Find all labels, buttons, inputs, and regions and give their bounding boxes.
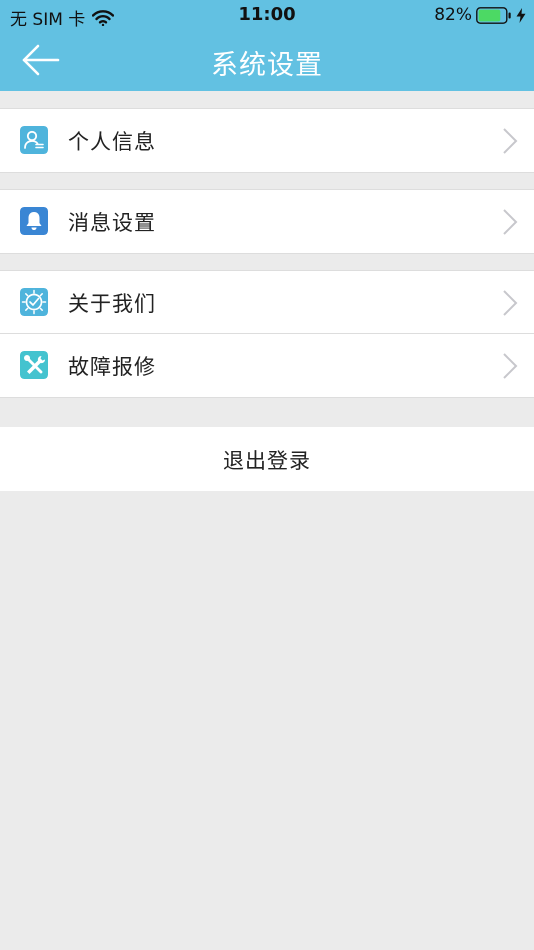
row-label: 关于我们	[68, 292, 156, 316]
logout-button[interactable]: 退出登录	[0, 427, 534, 491]
row-label: 个人信息	[68, 130, 156, 154]
row-fault-repair[interactable]: 故障报修	[0, 334, 534, 397]
logout-label: 退出登录	[223, 449, 311, 473]
battery-icon	[476, 6, 511, 24]
nav-bar: 系统设置	[0, 30, 534, 91]
chevron-right-icon	[503, 128, 518, 154]
battery-fill	[478, 9, 501, 21]
header: 无 SIM 卡 11:00 82% 系统设置	[0, 0, 534, 91]
status-bar: 无 SIM 卡 11:00 82%	[0, 0, 534, 30]
row-label: 消息设置	[68, 211, 156, 235]
charging-bolt-icon	[516, 7, 526, 23]
about-icon	[20, 288, 48, 316]
row-personal-info[interactable]: 个人信息	[0, 109, 534, 172]
status-right: 82%	[434, 5, 526, 25]
bell-icon	[20, 207, 48, 235]
row-message-settings[interactable]: 消息设置	[0, 190, 534, 253]
page-title: 系统设置	[211, 50, 323, 81]
row-label: 故障报修	[68, 355, 156, 379]
chevron-right-icon	[503, 209, 518, 235]
settings-group-1: 个人信息	[0, 108, 534, 173]
person-card-icon	[20, 126, 48, 154]
chevron-right-icon	[503, 353, 518, 379]
chevron-right-icon	[503, 290, 518, 316]
row-about-us[interactable]: 关于我们	[0, 271, 534, 334]
settings-group-2: 消息设置	[0, 189, 534, 254]
battery-percent: 82%	[434, 5, 472, 25]
settings-group-3: 关于我们 故障报修	[0, 270, 534, 398]
tools-icon	[20, 351, 48, 379]
